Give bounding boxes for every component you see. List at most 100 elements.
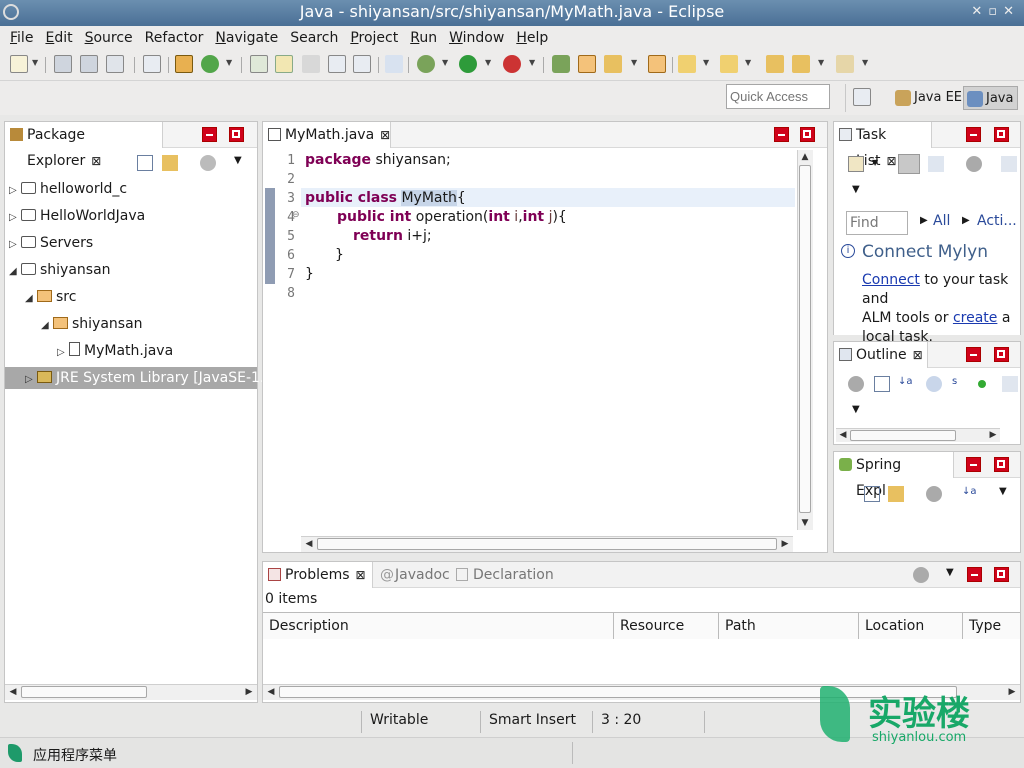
column-path[interactable]: Path xyxy=(719,613,859,639)
open-folder-icon[interactable] xyxy=(578,55,596,73)
menu-refactor[interactable]: Refactor xyxy=(145,30,204,46)
chevron-down-icon[interactable]: ▼ xyxy=(485,58,491,67)
categorized-icon[interactable] xyxy=(898,154,920,174)
back-icon[interactable] xyxy=(792,55,810,73)
scroll-down-icon[interactable]: ▼ xyxy=(799,517,811,529)
chevron-down-icon[interactable]: ◢ xyxy=(41,315,53,337)
spring-explorer-tab[interactable]: Spring Expl⊠ xyxy=(834,452,954,499)
previous-annotation-icon[interactable] xyxy=(720,55,738,73)
menu-source[interactable]: Source xyxy=(85,30,133,46)
close-icon[interactable]: ⊠ xyxy=(356,568,366,582)
maximize-button[interactable] xyxy=(994,347,1009,362)
wand-icon[interactable] xyxy=(604,55,622,73)
scroll-right-icon[interactable]: ▶ xyxy=(243,686,255,698)
sort-icon[interactable]: ↓a xyxy=(898,376,914,392)
tree-item-helloworldjava[interactable]: ▷ HelloWorldJava xyxy=(9,205,145,227)
pin-icon[interactable] xyxy=(1001,156,1017,172)
menu-help[interactable]: Help xyxy=(516,30,548,46)
minimize-button[interactable] xyxy=(774,127,789,142)
hide-non-public-icon[interactable] xyxy=(978,380,986,388)
column-resource[interactable]: Resource xyxy=(614,613,719,639)
save-all-icon[interactable] xyxy=(80,55,98,73)
chevron-down-icon[interactable]: ▼ xyxy=(745,58,751,67)
hide-local-types-icon[interactable] xyxy=(1002,376,1018,392)
all-link[interactable]: All xyxy=(933,213,950,229)
chevron-down-icon[interactable]: ▼ xyxy=(529,58,535,67)
minimize-button[interactable] xyxy=(967,567,982,582)
column-type[interactable]: Type xyxy=(963,613,1020,639)
package-explorer-tab[interactable]: Package Explorer ⊠ xyxy=(5,122,163,169)
chevron-down-icon[interactable]: ▼ xyxy=(862,58,868,67)
chevron-down-icon[interactable]: ▼ xyxy=(32,58,38,67)
horizontal-scrollbar[interactable]: ◀ ▶ xyxy=(5,684,257,700)
tree-item-shiyansan[interactable]: ◢ shiyansan xyxy=(9,259,111,281)
hide-static-icon[interactable]: s xyxy=(952,376,968,392)
chevron-down-icon[interactable]: ▼ xyxy=(703,58,709,67)
menu-edit[interactable]: Edit xyxy=(45,30,72,46)
chevron-right-icon[interactable]: ▷ xyxy=(9,207,21,229)
new-task-icon[interactable] xyxy=(848,156,864,172)
chevron-down-icon[interactable]: ▼ xyxy=(946,567,954,578)
close-icon[interactable]: ⊠ xyxy=(91,154,101,168)
maximize-button[interactable] xyxy=(994,127,1009,142)
toggle-icon[interactable] xyxy=(302,55,320,73)
scheduled-icon[interactable] xyxy=(928,156,944,172)
perspective-java[interactable]: Java xyxy=(963,86,1019,110)
app-menu-icon[interactable] xyxy=(8,744,22,762)
maximize-button[interactable] xyxy=(800,127,815,142)
scroll-right-icon[interactable]: ▶ xyxy=(987,429,999,441)
chevron-down-icon[interactable]: ▼ xyxy=(226,58,232,67)
menu-navigate[interactable]: Navigate xyxy=(215,30,278,46)
window-controls[interactable]: ✕▫✕ xyxy=(971,0,1020,24)
last-edit-icon[interactable] xyxy=(766,55,784,73)
minimize-button[interactable] xyxy=(202,127,217,142)
fold-icon[interactable]: ⊖ xyxy=(292,210,300,220)
scroll-left-icon[interactable]: ◀ xyxy=(265,686,277,698)
chevron-down-icon[interactable]: ▼ xyxy=(818,58,824,67)
minimize-button[interactable] xyxy=(966,347,981,362)
run-icon[interactable] xyxy=(459,55,477,73)
scroll-left-icon[interactable]: ◀ xyxy=(303,538,315,550)
scroll-thumb[interactable] xyxy=(21,686,147,698)
find-input[interactable]: Find xyxy=(846,211,908,235)
link-with-editor-icon[interactable] xyxy=(888,486,904,502)
view-menu-icon[interactable] xyxy=(913,567,929,583)
maximize-button[interactable] xyxy=(994,567,1009,582)
menu-project[interactable]: Project xyxy=(350,30,398,46)
show-whitespace-icon[interactable] xyxy=(353,55,371,73)
chevron-right-icon[interactable]: ▷ xyxy=(57,342,69,364)
view-menu-icon[interactable] xyxy=(848,376,864,392)
close-icon[interactable]: ⊠ xyxy=(913,348,923,362)
new-icon[interactable] xyxy=(10,55,28,73)
menu-file[interactable]: File xyxy=(10,30,33,46)
open-type-icon[interactable] xyxy=(250,55,268,73)
collapse-all-icon[interactable] xyxy=(864,486,880,502)
mark-occurrences-icon[interactable] xyxy=(275,55,293,73)
next-annotation-icon[interactable] xyxy=(678,55,696,73)
hide-fields-icon[interactable] xyxy=(926,376,942,392)
connect-link[interactable]: Connect xyxy=(862,272,920,288)
new-java-project-icon[interactable] xyxy=(175,55,193,73)
editor-vertical-scrollbar[interactable]: ▲ ▼ xyxy=(797,150,813,530)
menu-search[interactable]: Search xyxy=(290,30,338,46)
chevron-down-icon[interactable]: ▼ xyxy=(234,155,242,166)
print-icon[interactable] xyxy=(106,55,124,73)
view-menu-icon[interactable] xyxy=(200,155,216,171)
scroll-up-icon[interactable]: ▲ xyxy=(799,151,811,163)
tree-item-package-shiyansan[interactable]: ◢ shiyansan xyxy=(41,313,143,335)
block-selection-icon[interactable] xyxy=(328,55,346,73)
new-server-icon[interactable] xyxy=(552,55,570,73)
chevron-down-icon[interactable]: ▼ xyxy=(852,404,860,415)
forward-icon[interactable] xyxy=(836,55,854,73)
chevron-down-icon[interactable]: ▼ xyxy=(999,486,1007,497)
tree-item-jre-library[interactable]: ▷ JRE System Library [JavaSE-1.7] xyxy=(5,367,279,389)
pin-icon[interactable] xyxy=(385,55,403,73)
tree-item-src[interactable]: ◢ src xyxy=(25,286,76,308)
chevron-down-icon[interactable]: ▼ xyxy=(872,158,878,167)
column-description[interactable]: Description xyxy=(263,613,614,639)
chevron-down-icon[interactable]: ▼ xyxy=(442,58,448,67)
editor-tab-mymath[interactable]: MyMath.java ⊠ xyxy=(263,122,391,148)
menu-window[interactable]: Window xyxy=(449,30,504,46)
quick-access-input[interactable] xyxy=(726,84,830,109)
tree-item-helloworld-c[interactable]: ▷ helloworld_c xyxy=(9,178,127,200)
